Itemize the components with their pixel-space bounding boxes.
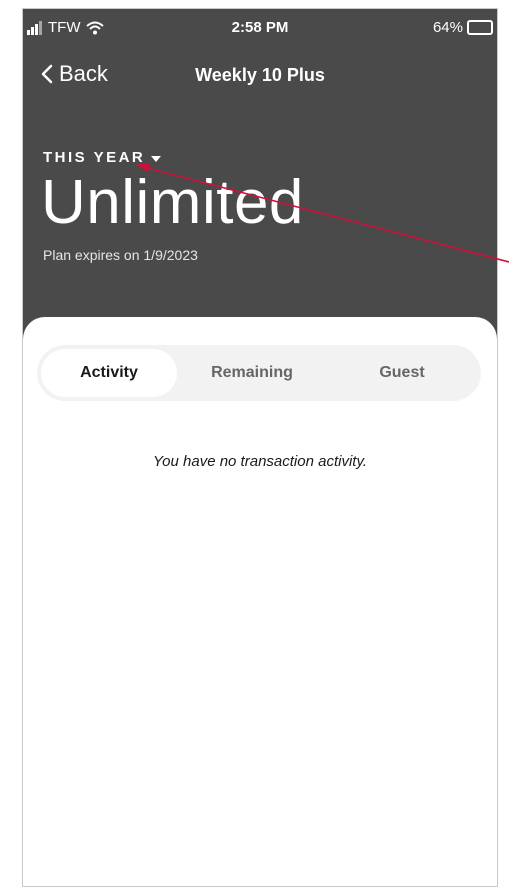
plan-header: TFW 2:58 PM 64% Back Weekly 10 Plus THIS… [23, 9, 497, 339]
period-label: THIS YEAR [43, 149, 146, 166]
phone-screen: TFW 2:58 PM 64% Back Weekly 10 Plus THIS… [22, 8, 498, 887]
tab-guest[interactable]: Guest [327, 349, 477, 397]
page-title: Weekly 10 Plus [195, 65, 325, 85]
period-selector[interactable]: THIS YEAR [43, 149, 162, 166]
tab-remaining[interactable]: Remaining [177, 349, 327, 397]
content-sheet: Activity Remaining Guest You have no tra… [23, 317, 497, 886]
status-bar: TFW 2:58 PM 64% [23, 19, 497, 43]
status-time: 2:58 PM [231, 19, 289, 36]
empty-activity-message: You have no transaction activity. [152, 453, 367, 470]
plan-value: Unlimited [41, 168, 304, 237]
nav-bar: Back Weekly 10 Plus [23, 57, 497, 97]
battery-percent: 64% [432, 19, 463, 36]
caret-down-icon [151, 155, 162, 162]
page: TFW 2:58 PM 64% Back Weekly 10 Plus THIS… [0, 0, 509, 887]
tab-bar: Activity Remaining Guest [37, 345, 481, 401]
tab-activity[interactable]: Activity [41, 349, 177, 397]
status-right: 64% [433, 19, 493, 36]
battery-icon [467, 20, 493, 35]
plan-expiry: Plan expires on 1/9/2023 [43, 247, 198, 263]
